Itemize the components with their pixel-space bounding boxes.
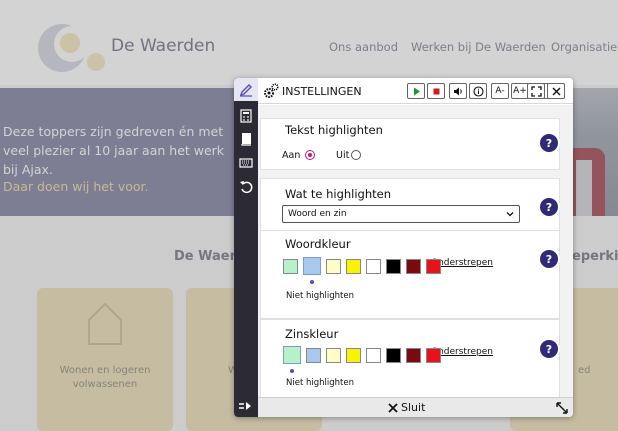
volume-button[interactable]: [449, 83, 467, 99]
help-sentence-color-button[interactable]: ?: [540, 340, 558, 358]
font-smaller-icon: A-: [495, 86, 505, 96]
settings-panel: INSTELLINGEN A- A+ A↻ Teks: [234, 78, 573, 417]
sidebar-keyboard-button[interactable]: [234, 151, 258, 174]
play-icon: [413, 87, 420, 95]
panel-title: INSTELLINGEN: [282, 85, 362, 98]
color-swatch[interactable]: [386, 259, 401, 274]
play-button[interactable]: [407, 83, 425, 99]
sidebar-pen-button[interactable]: [234, 78, 258, 101]
color-swatch[interactable]: [406, 259, 421, 274]
info-button[interactable]: [469, 83, 487, 99]
color-swatch[interactable]: [386, 348, 401, 363]
help-text-highlight-button[interactable]: ?: [540, 134, 558, 152]
close-icon: [552, 87, 560, 95]
panel-topbar: INSTELLINGEN A- A+ A↻: [258, 78, 573, 104]
color-swatch[interactable]: [303, 257, 321, 275]
sidebar-undo-button[interactable]: [234, 175, 258, 198]
color-swatch[interactable]: [326, 348, 341, 363]
section-title-what-highlight: Wat te highlighten: [285, 187, 392, 201]
section-what-highlight: Wat te highlighten Woord en zin: [260, 178, 560, 231]
gears-icon: [264, 83, 279, 98]
close-button-label: Sluit: [401, 401, 426, 414]
content-scrollbar[interactable]: [564, 105, 571, 397]
stop-icon: [433, 88, 439, 94]
radio-off[interactable]: [351, 150, 361, 160]
sidebar-book-button[interactable]: [234, 127, 258, 150]
section-word-color: Woordkleur Onderstrepen Niet highlighten: [260, 231, 560, 319]
color-swatch[interactable]: [366, 348, 381, 363]
section-text-highlight: Tekst highlighten Aan Uit: [260, 118, 560, 170]
color-swatch[interactable]: [283, 259, 298, 274]
sentence-no-highlight-option[interactable]: Niet highlighten: [286, 378, 354, 388]
radio-on[interactable]: [305, 150, 315, 160]
highlight-type-value: Woord en zin: [288, 209, 347, 219]
close-button[interactable]: Sluit: [388, 401, 425, 414]
help-what-highlight-button[interactable]: ?: [540, 198, 558, 216]
pen-icon: [239, 83, 252, 97]
color-swatch[interactable]: [326, 259, 341, 274]
section-title-word-color: Woordkleur: [285, 237, 351, 251]
close-panel-button[interactable]: [547, 83, 565, 99]
color-swatch[interactable]: [406, 348, 421, 363]
collapse-arrow-icon[interactable]: [238, 400, 254, 412]
word-no-highlight-option[interactable]: Niet highlighten: [286, 291, 354, 301]
panel-footer: Sluit: [258, 397, 573, 417]
radio-off-label: Uit: [336, 150, 350, 161]
color-swatch[interactable]: [283, 346, 301, 364]
fullscreen-button[interactable]: [527, 83, 545, 99]
selected-color-indicator: [310, 280, 314, 284]
calculator-icon: [240, 108, 252, 123]
undo-icon: [240, 180, 253, 193]
highlight-type-select[interactable]: Woord en zin: [282, 205, 520, 223]
section-sentence-color: Zinskleur Onderstrepen Niet highlighten: [260, 319, 560, 397]
fullscreen-icon: [530, 85, 542, 97]
sidebar-calculator-button[interactable]: [234, 104, 258, 127]
chevron-down-icon: [506, 212, 514, 217]
color-swatch[interactable]: [306, 348, 321, 363]
radio-on-label: Aan: [282, 150, 301, 161]
settings-content[interactable]: Tekst highlighten Aan Uit ? Wat te highl…: [258, 105, 573, 397]
color-swatch[interactable]: [346, 259, 361, 274]
stop-button[interactable]: [427, 83, 445, 99]
info-icon: [472, 85, 484, 97]
color-swatch[interactable]: [366, 259, 381, 274]
help-word-color-button[interactable]: ?: [540, 250, 558, 268]
section-title-text-highlight: Tekst highlighten: [285, 123, 383, 137]
color-swatch[interactable]: [426, 348, 441, 363]
section-title-sentence-color: Zinskleur: [285, 327, 339, 341]
selected-color-indicator: [290, 369, 294, 373]
font-smaller-button[interactable]: A-: [491, 83, 509, 99]
color-swatch[interactable]: [346, 348, 361, 363]
book-icon: [241, 132, 251, 146]
color-swatch[interactable]: [426, 259, 441, 274]
close-icon: [388, 402, 398, 413]
resize-handle-icon[interactable]: [554, 400, 570, 416]
panel-sidebar: [234, 78, 258, 417]
font-larger-icon: A+: [513, 86, 527, 96]
volume-icon: [453, 87, 462, 95]
keyboard-icon: [239, 157, 253, 168]
